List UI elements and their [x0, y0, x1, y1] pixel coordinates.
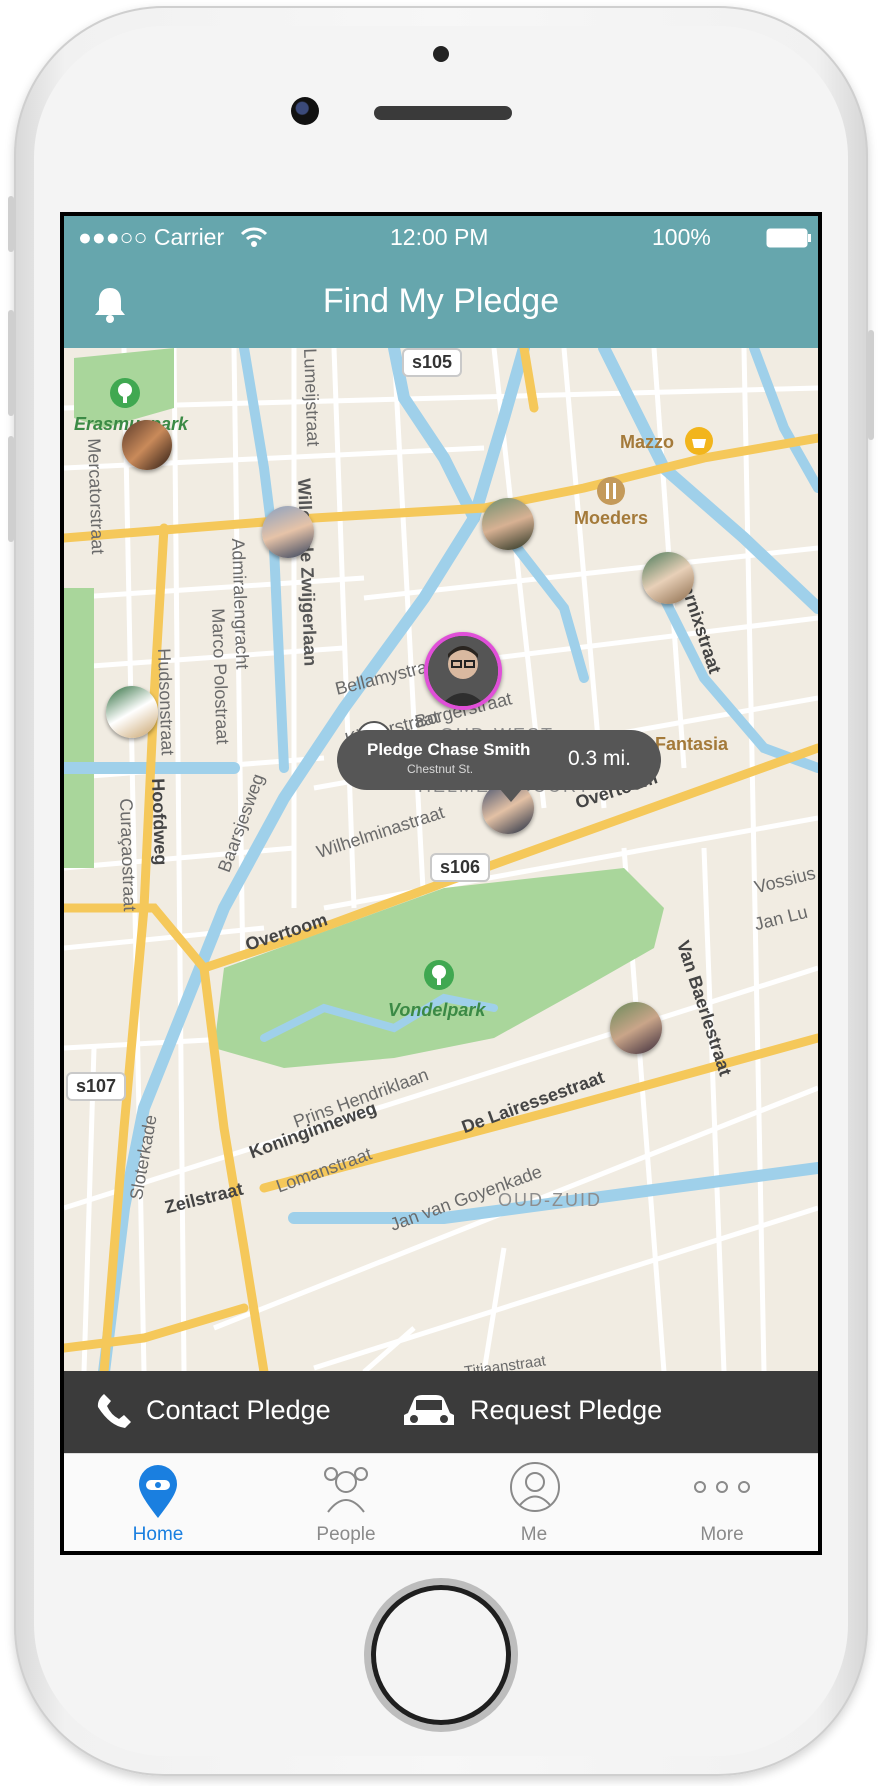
pledge-avatar[interactable] [122, 420, 172, 470]
tree-icon [110, 378, 140, 408]
street-label: Hudsonstraat [154, 648, 178, 756]
callout-name: Pledge Chase Smith [367, 740, 531, 759]
app-screen: ●●●○○ Carrier 12:00 PM 100% Find My Pled… [64, 216, 818, 1551]
place-label: Moeders [574, 508, 649, 528]
home-button[interactable] [371, 1585, 511, 1725]
tab-bar: Home People Me More [64, 1453, 818, 1551]
contact-pledge-label: Contact Pledge [146, 1395, 331, 1425]
screen: ●●●○○ Carrier 12:00 PM 100% Find My Pled… [60, 212, 822, 1555]
tab-me-label: Me [520, 1524, 548, 1545]
carrier-label: ●●●○○ Carrier [78, 224, 225, 250]
road-shield: s105 [402, 348, 463, 377]
phone-icon [97, 1394, 131, 1428]
volume-up-button [8, 310, 14, 416]
selected-pledge-avatar[interactable] [424, 632, 502, 710]
tab-people-label: People [316, 1524, 376, 1545]
tab-me[interactable]: Me [440, 1454, 628, 1551]
pledge-callout[interactable]: Pledge Chase Smith Chestnut St. 0.3 mi. [337, 730, 661, 802]
pledge-avatar[interactable] [610, 1002, 662, 1054]
callout-street: Chestnut St. [407, 762, 474, 776]
street-label: Curaçaostraat [116, 798, 140, 912]
park-label: Vondelpark [388, 1000, 486, 1020]
status-bar: ●●●○○ Carrier 12:00 PM 100% [64, 216, 818, 260]
mute-switch [8, 196, 14, 252]
pledge-avatar[interactable] [482, 498, 534, 550]
page-title: Find My Pledge [322, 282, 560, 320]
people-icon [324, 1467, 368, 1513]
action-bar: Contact Pledge Request Pledge [64, 1371, 818, 1453]
basket-icon [685, 427, 713, 455]
contact-pledge-button[interactable]: Contact Pledge [84, 1371, 414, 1453]
street-label: Mercatorstraat [84, 438, 109, 555]
front-camera [291, 97, 319, 125]
pledge-avatar[interactable] [106, 686, 158, 738]
car-icon [404, 1395, 454, 1425]
earpiece-speaker [374, 106, 512, 120]
me-icon [510, 1462, 560, 1512]
pledge-avatar[interactable] [262, 506, 314, 558]
place-label: Mazzo [620, 432, 674, 452]
map-view[interactable]: Erasmuspark Vondelpark Mazzo Moeders Tra… [64, 348, 818, 1372]
road-shield: s107 [66, 1072, 127, 1101]
power-button [868, 330, 874, 440]
pledge-avatar[interactable] [642, 552, 694, 604]
tree-icon [424, 960, 454, 990]
request-pledge-button[interactable]: Request Pledge [402, 1371, 732, 1453]
person-photo [428, 636, 498, 706]
home-pin-icon [139, 1465, 177, 1518]
district-label: OUD-ZUID [498, 1190, 602, 1210]
tab-home-label: Home [132, 1524, 184, 1545]
clock: 12:00 PM [390, 224, 489, 250]
proximity-sensor [433, 46, 449, 62]
road-shield: s106 [430, 853, 491, 882]
battery-percent: 100% [652, 224, 711, 250]
street-label: Hoofdweg [148, 778, 172, 866]
restaurant-icon [597, 477, 625, 505]
tab-more-label: More [700, 1524, 744, 1545]
wifi-icon [240, 227, 268, 247]
tab-more[interactable]: More [628, 1454, 816, 1551]
more-icon [694, 1481, 750, 1493]
nav-bar: Find My Pledge [64, 260, 818, 348]
battery-icon [766, 228, 811, 248]
callout-distance: 0.3 mi. [567, 747, 631, 770]
street-label: Lumeijstraat [300, 348, 324, 447]
volume-down-button [8, 436, 14, 542]
tab-people[interactable]: People [252, 1454, 440, 1551]
tab-home[interactable]: Home [64, 1454, 252, 1551]
request-pledge-label: Request Pledge [470, 1395, 663, 1425]
